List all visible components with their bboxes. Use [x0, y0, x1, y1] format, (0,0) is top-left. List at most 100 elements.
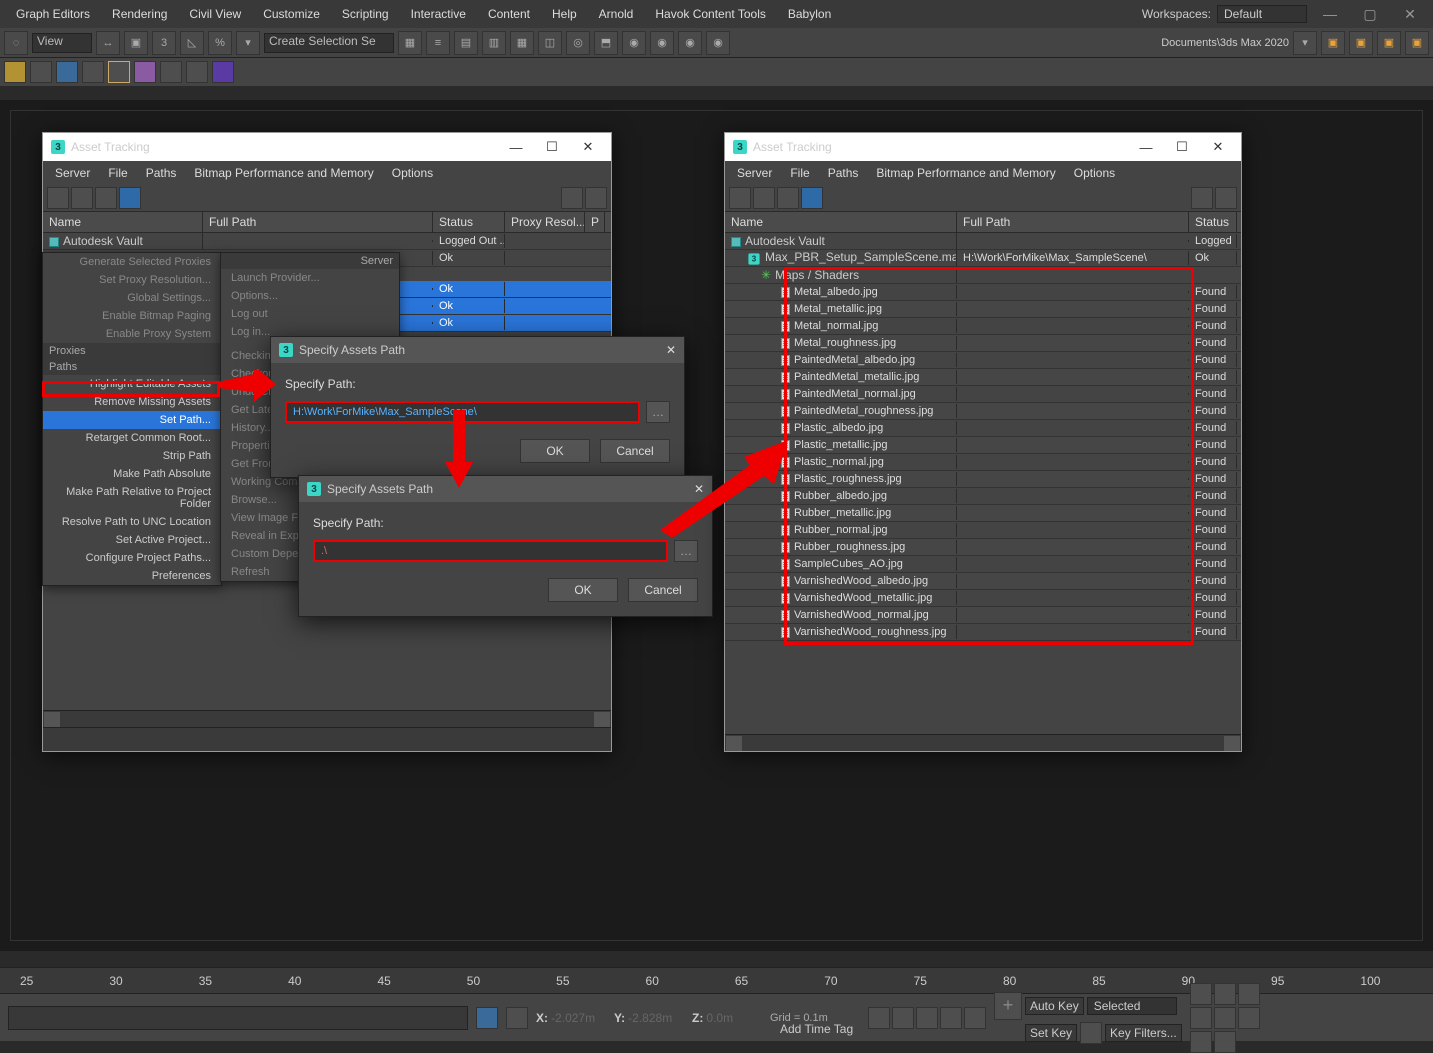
menu-item[interactable]: Bitmap Performance and Memory [186, 164, 381, 182]
menu-item[interactable]: Civil View [179, 3, 251, 25]
nav-icon[interactable] [1214, 1031, 1236, 1053]
tool-icon[interactable] [56, 61, 78, 83]
path-input[interactable] [285, 401, 640, 423]
file-row[interactable]: VarnishedWood_albedo.jpgFound [725, 573, 1241, 590]
selected-dropdown[interactable]: Selected [1087, 997, 1177, 1015]
scrollbar-horizontal[interactable] [43, 710, 611, 727]
teapot-icon[interactable]: ◉ [650, 31, 674, 55]
tool-icon[interactable]: ⬒ [594, 31, 618, 55]
maximize-icon[interactable]: ▢ [1353, 3, 1387, 25]
tool-icon[interactable]: ▥ [482, 31, 506, 55]
menu-item[interactable]: Paths [138, 164, 185, 182]
context-item[interactable]: Set Path... [43, 411, 221, 429]
setkey-button[interactable]: Set Key [1025, 1024, 1077, 1042]
dialog-title-bar[interactable]: 3 Specify Assets Path ✕ [271, 337, 684, 363]
context-item[interactable]: Strip Path [43, 447, 221, 465]
menu-item[interactable]: Content [478, 3, 540, 25]
context-item[interactable]: Configure Project Paths... [43, 549, 221, 567]
minimize-icon[interactable]: — [1131, 137, 1161, 157]
folder-icon[interactable]: ▣ [1349, 31, 1373, 55]
scrollbar-horizontal[interactable] [725, 734, 1241, 751]
file-row[interactable]: Metal_roughness.jpgFound [725, 335, 1241, 352]
file-row[interactable]: SampleCubes_AO.jpgFound [725, 556, 1241, 573]
workspaces-dropdown[interactable]: Default [1217, 5, 1307, 23]
cancel-button[interactable]: Cancel [600, 439, 670, 463]
col-status[interactable]: Status [1189, 212, 1237, 232]
menu-item[interactable]: Interactive [401, 3, 476, 25]
menu-item[interactable]: Help [542, 3, 587, 25]
nav-icon[interactable] [1238, 983, 1260, 1005]
file-row[interactable]: Rubber_normal.jpgFound [725, 522, 1241, 539]
forward-icon[interactable] [964, 1007, 986, 1029]
tree-icon[interactable] [95, 187, 117, 209]
prev-frame-icon[interactable] [892, 1007, 914, 1029]
context-item[interactable]: Highlight Editable Assets [43, 375, 221, 393]
context-item[interactable]: Set Proxy Resolution... [43, 271, 221, 289]
file-row[interactable]: PaintedMetal_metallic.jpgFound [725, 369, 1241, 386]
file-row[interactable]: Rubber_roughness.jpgFound [725, 539, 1241, 556]
file-row[interactable]: VarnishedWood_metallic.jpgFound [725, 590, 1241, 607]
folder-icon[interactable]: ▣ [1405, 31, 1429, 55]
col-proxy[interactable]: Proxy Resol... [505, 212, 585, 232]
grid-icon[interactable] [801, 187, 823, 209]
tool-icon[interactable]: ▤ [454, 31, 478, 55]
tool-icon[interactable] [4, 61, 26, 83]
close-icon[interactable]: ✕ [1203, 137, 1233, 157]
tool-icon[interactable] [30, 61, 52, 83]
grid-icon[interactable] [119, 187, 141, 209]
vault-row[interactable]: Autodesk Vault Logged Out ... [43, 233, 611, 250]
path-input[interactable] [313, 540, 668, 562]
refresh-icon[interactable] [729, 187, 751, 209]
vault-row[interactable]: Autodesk Vault Logged [725, 233, 1241, 250]
browse-button[interactable]: … [674, 540, 698, 562]
tool-icon[interactable]: ▦ [398, 31, 422, 55]
context-item[interactable]: Make Path Absolute [43, 465, 221, 483]
nav-icon[interactable] [1190, 1007, 1212, 1029]
tool-icon[interactable] [82, 61, 104, 83]
file-row[interactable]: Plastic_normal.jpgFound [725, 454, 1241, 471]
context-item[interactable]: Enable Proxy System [43, 325, 221, 343]
file-row[interactable]: PaintedMetal_normal.jpgFound [725, 386, 1241, 403]
file-row[interactable]: Metal_albedo.jpgFound [725, 284, 1241, 301]
file-row[interactable]: Rubber_albedo.jpgFound [725, 488, 1241, 505]
tool-icon[interactable]: ≡ [426, 31, 450, 55]
col-name[interactable]: Name [725, 212, 957, 232]
tool-icon[interactable]: 3 [152, 31, 176, 55]
add-key-icon[interactable]: + [994, 992, 1022, 1020]
key-icon[interactable] [1080, 1022, 1102, 1044]
tool-icon[interactable] [108, 61, 130, 83]
status-icon[interactable] [506, 1007, 528, 1029]
tool-icon[interactable]: ◎ [566, 31, 590, 55]
folder-icon[interactable]: ▣ [1377, 31, 1401, 55]
col-p[interactable]: P [585, 212, 605, 232]
help-icon[interactable] [1191, 187, 1213, 209]
nav-icon[interactable] [1238, 1007, 1260, 1029]
file-row[interactable]: VarnishedWood_roughness.jpgFound [725, 624, 1241, 641]
ok-button[interactable]: OK [548, 578, 618, 602]
list-icon[interactable] [71, 187, 93, 209]
gear-icon[interactable] [1215, 187, 1237, 209]
file-row[interactable]: PaintedMetal_albedo.jpgFound [725, 352, 1241, 369]
close-icon[interactable]: ✕ [666, 343, 676, 357]
nav-icon[interactable] [1190, 1031, 1212, 1053]
menu-item[interactable]: Scripting [332, 3, 399, 25]
maximize-icon[interactable]: ☐ [537, 137, 567, 157]
autokey-button[interactable]: Auto Key [1025, 997, 1084, 1015]
menu-item[interactable]: File [100, 164, 135, 182]
tree-icon[interactable] [777, 187, 799, 209]
file-row[interactable]: Rubber_metallic.jpgFound [725, 505, 1241, 522]
maps-row[interactable]: ✳Maps / Shaders [725, 267, 1241, 284]
file-row[interactable]: Metal_normal.jpgFound [725, 318, 1241, 335]
close-icon[interactable]: ✕ [694, 482, 704, 496]
context-item[interactable]: Generate Selected Proxies [43, 253, 221, 271]
context-item[interactable]: Launch Provider... [221, 269, 399, 287]
rewind-icon[interactable] [868, 1007, 890, 1029]
menu-item[interactable]: Havok Content Tools [645, 3, 776, 25]
context-item[interactable]: Make Path Relative to Project Folder [43, 483, 221, 513]
scene-row[interactable]: 3Max_PBR_Setup_SampleScene.max H:\Work\F… [725, 250, 1241, 267]
refresh-icon[interactable] [47, 187, 69, 209]
col-name[interactable]: Name [43, 212, 203, 232]
teapot-icon[interactable]: ◉ [706, 31, 730, 55]
add-time-tag[interactable]: Add Time Tag [760, 1021, 853, 1037]
tool-icon[interactable]: ◫ [538, 31, 562, 55]
